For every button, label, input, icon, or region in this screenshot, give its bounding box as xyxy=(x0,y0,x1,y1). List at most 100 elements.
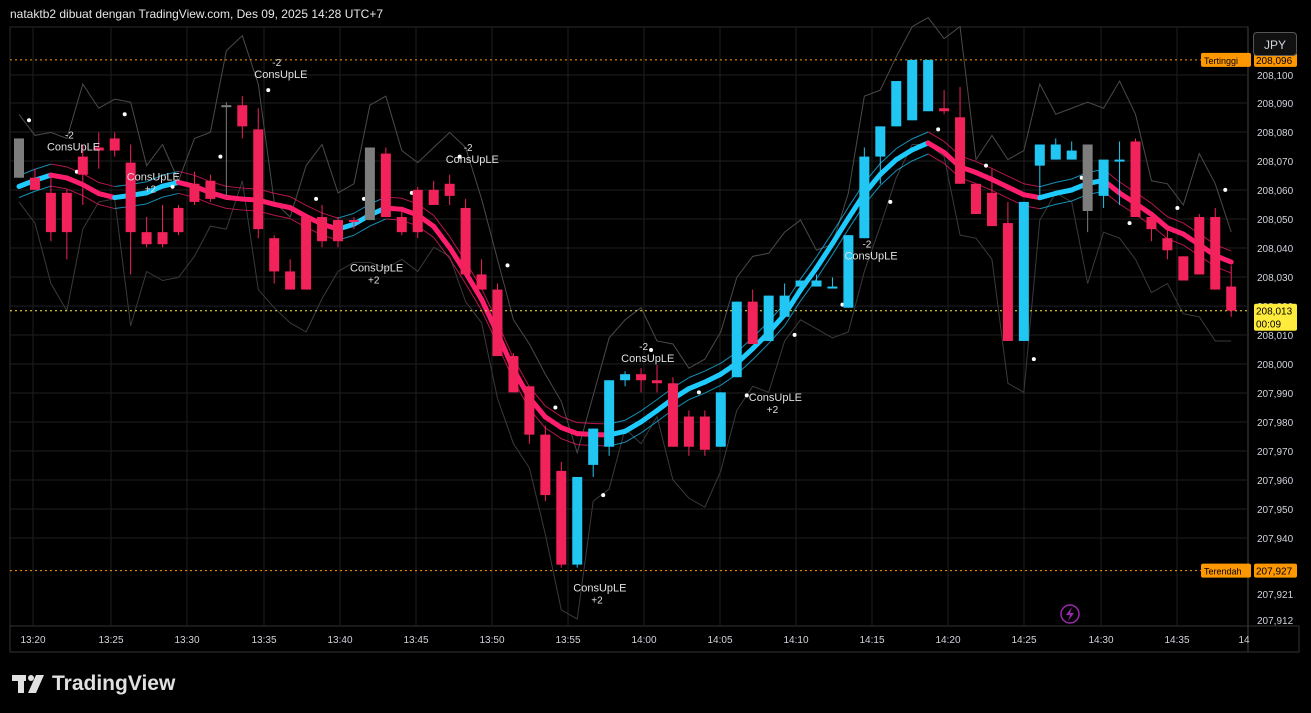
candle-body xyxy=(763,295,774,341)
sar-dot xyxy=(984,163,988,168)
x-tick-label: 14:35 xyxy=(1164,635,1189,646)
sar-dot xyxy=(601,493,606,498)
candle-body xyxy=(699,416,710,450)
x-tick-label: 13:30 xyxy=(174,635,199,646)
price-chart[interactable]: 208,100 208,090 208,080 208,070 208,060 208,0… xyxy=(0,0,1311,713)
currency-button[interactable]: JPY xyxy=(1253,32,1297,56)
candle-body xyxy=(843,235,854,308)
candle-body xyxy=(971,183,981,215)
x-tick-label: 13:35 xyxy=(251,635,276,646)
chart-caption: nataktb2 dibuat dengan TradingView.com, … xyxy=(10,7,384,21)
signal-label: ConsUpLE xyxy=(127,172,180,184)
x-tick-label: 13:40 xyxy=(327,635,352,646)
candle-body xyxy=(1162,238,1173,251)
plot-area xyxy=(9,26,1249,627)
signal-label: ConsUpLE xyxy=(350,262,403,274)
candle-body xyxy=(923,59,934,112)
candle-body xyxy=(986,192,997,227)
sar-dot xyxy=(1175,205,1180,210)
candle-body xyxy=(1194,217,1205,275)
sar-dot xyxy=(505,263,510,268)
candle xyxy=(508,353,519,393)
candle-body xyxy=(540,434,551,496)
signal-label: ConsUpLE xyxy=(844,250,897,262)
candle-body xyxy=(1114,159,1125,162)
candle-body xyxy=(285,271,296,290)
candle-body xyxy=(604,380,615,447)
level-label: Tertinggi xyxy=(1204,56,1238,66)
x-tick-label: 14:00 xyxy=(631,635,656,646)
x-tick-label: 14:20 xyxy=(935,635,960,646)
sar-dot xyxy=(888,199,893,204)
candle xyxy=(412,186,423,239)
signal-value: -2 xyxy=(464,143,473,154)
signal-label: ConsUpLE xyxy=(573,583,626,595)
x-tick-label: 14:05 xyxy=(707,635,732,646)
x-tick-label: 14:30 xyxy=(1088,635,1113,646)
y-tick-label: 207,990 xyxy=(1257,389,1294,400)
sar-dot xyxy=(649,348,654,353)
candle-body xyxy=(269,238,280,272)
signal-value: +2 xyxy=(591,596,603,607)
candle-body xyxy=(667,383,678,447)
last-price-label: 208,013 xyxy=(1256,307,1293,318)
candle-body xyxy=(253,129,264,230)
candle-body xyxy=(1210,217,1221,290)
candle-body xyxy=(859,156,870,239)
y-tick-label: 208,030 xyxy=(1257,273,1294,284)
signal-value: +2 xyxy=(368,275,380,286)
candle xyxy=(715,392,726,447)
candle-body xyxy=(827,286,838,289)
level-label: Terendah xyxy=(1204,567,1242,577)
y-tick-label: 208,070 xyxy=(1257,157,1294,168)
candle-body xyxy=(460,207,471,275)
candle xyxy=(556,461,567,568)
y-tick-label: 207,960 xyxy=(1257,476,1294,487)
candle-body xyxy=(588,428,599,465)
candle xyxy=(1178,256,1189,281)
sar-dot xyxy=(314,196,319,201)
candle-body xyxy=(444,183,455,196)
candle-body xyxy=(811,280,822,287)
candle-body xyxy=(795,280,806,287)
signal-value: -2 xyxy=(639,342,648,353)
candle xyxy=(1194,214,1205,275)
candle-body xyxy=(412,189,423,233)
candle-body xyxy=(508,356,519,393)
candle-body xyxy=(29,177,40,190)
candle-body xyxy=(620,374,631,381)
candle xyxy=(604,380,615,456)
x-tick-label: 13:50 xyxy=(479,635,504,646)
candle-body xyxy=(1226,286,1237,311)
signal-label: ConsUpLE xyxy=(446,154,499,166)
candle-body xyxy=(1098,159,1109,196)
candle-body xyxy=(907,59,918,121)
signal-value: -2 xyxy=(862,239,871,250)
candle xyxy=(460,198,471,278)
signal-value: +2 xyxy=(145,185,157,196)
signal-label: ConsUpLE xyxy=(621,353,674,365)
y-tick-label: 208,000 xyxy=(1257,360,1294,371)
candle-body xyxy=(556,470,567,565)
candle-body xyxy=(875,126,886,157)
candle-body xyxy=(636,374,647,381)
x-tick-label: 13:45 xyxy=(403,635,428,646)
x-tick-label: 13:55 xyxy=(555,635,580,646)
candle-body xyxy=(205,180,216,199)
candle xyxy=(859,147,870,239)
candle xyxy=(572,476,583,568)
candle xyxy=(173,204,184,236)
tradingview-wordmark: TradingView xyxy=(52,672,176,695)
candle-body xyxy=(428,189,439,205)
candle-body xyxy=(1130,141,1141,218)
candle-body xyxy=(955,117,966,184)
sar-dot xyxy=(792,332,797,337)
candle-body xyxy=(348,220,359,223)
x-tick-label: 13:20 xyxy=(20,635,45,646)
signal-label: ConsUpLE xyxy=(254,69,307,81)
sar-dot xyxy=(27,118,31,123)
candle xyxy=(907,59,918,121)
candle-body xyxy=(652,380,662,384)
candle-body xyxy=(524,386,535,435)
candle-body xyxy=(45,192,56,233)
